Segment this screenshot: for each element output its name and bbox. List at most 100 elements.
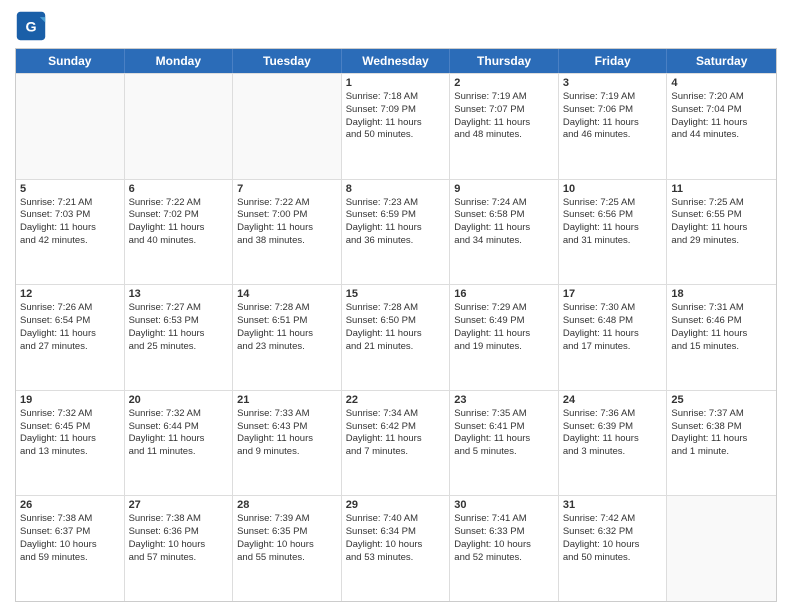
weekday-header-sunday: Sunday (16, 49, 125, 73)
day-number: 7 (237, 183, 337, 195)
calendar-cell (667, 496, 776, 601)
day-number: 27 (129, 499, 229, 511)
day-info: Sunrise: 7:21 AM Sunset: 7:03 PM Dayligh… (20, 197, 120, 248)
day-number: 25 (671, 394, 772, 406)
day-info: Sunrise: 7:32 AM Sunset: 6:45 PM Dayligh… (20, 408, 120, 459)
weekday-header-friday: Friday (559, 49, 668, 73)
day-info: Sunrise: 7:28 AM Sunset: 6:51 PM Dayligh… (237, 302, 337, 353)
calendar-cell: 26 Sunrise: 7:38 AM Sunset: 6:37 PM Dayli… (16, 496, 125, 601)
weekday-header-monday: Monday (125, 49, 234, 73)
calendar-cell: 27 Sunrise: 7:38 AM Sunset: 6:36 PM Dayli… (125, 496, 234, 601)
calendar-cell: 20Sunrise: 7:32 AM Sunset: 6:44 PM Dayli… (125, 391, 234, 496)
day-info: Sunrise: 7:19 AM Sunset: 7:07 PM Dayligh… (454, 91, 554, 142)
calendar-cell: 18Sunrise: 7:31 AM Sunset: 6:46 PM Dayli… (667, 285, 776, 390)
calendar-cell: 30Sunrise: 7:41 AM Sunset: 6:33 PM Dayli… (450, 496, 559, 601)
day-info: Sunrise: 7:25 AM Sunset: 6:55 PM Dayligh… (671, 197, 772, 248)
day-info: Sunrise: 7:29 AM Sunset: 6:49 PM Dayligh… (454, 302, 554, 353)
day-info: Sunrise: 7:22 AM Sunset: 7:02 PM Dayligh… (129, 197, 229, 248)
day-number: 22 (346, 394, 446, 406)
calendar-header: SundayMondayTuesdayWednesdayThursdayFrid… (16, 49, 776, 73)
day-info: Sunrise: 7:18 AM Sunset: 7:09 PM Dayligh… (346, 91, 446, 142)
calendar-cell: 24 Sunrise: 7:36 AM Sunset: 6:39 PM Dayli… (559, 391, 668, 496)
calendar-cell: 4Sunrise: 7:20 AM Sunset: 7:04 PM Daylig… (667, 74, 776, 179)
logo-icon: G (15, 10, 47, 42)
calendar-cell: 29Sunrise: 7:40 AM Sunset: 6:34 PM Dayli… (342, 496, 451, 601)
calendar-cell: 22Sunrise: 7:34 AM Sunset: 6:42 PM Dayli… (342, 391, 451, 496)
calendar-cell: 8Sunrise: 7:23 AM Sunset: 6:59 PM Daylig… (342, 180, 451, 285)
day-number: 9 (454, 183, 554, 195)
calendar-cell: 7 Sunrise: 7:22 AM Sunset: 7:00 PM Daylig… (233, 180, 342, 285)
day-info: Sunrise: 7:35 AM Sunset: 6:41 PM Dayligh… (454, 408, 554, 459)
calendar-row-0: 1Sunrise: 7:18 AM Sunset: 7:09 PM Daylig… (16, 73, 776, 179)
day-info: Sunrise: 7:37 AM Sunset: 6:38 PM Dayligh… (671, 408, 772, 459)
day-info: Sunrise: 7:30 AM Sunset: 6:48 PM Dayligh… (563, 302, 663, 353)
day-number: 14 (237, 288, 337, 300)
calendar-row-3: 19 Sunrise: 7:32 AM Sunset: 6:45 PM Dayli… (16, 390, 776, 496)
calendar-cell: 13Sunrise: 7:27 AM Sunset: 6:53 PM Dayli… (125, 285, 234, 390)
day-info: Sunrise: 7:19 AM Sunset: 7:06 PM Dayligh… (563, 91, 663, 142)
day-info: Sunrise: 7:27 AM Sunset: 6:53 PM Dayligh… (129, 302, 229, 353)
day-number: 15 (346, 288, 446, 300)
calendar-row-4: 26 Sunrise: 7:38 AM Sunset: 6:37 PM Dayli… (16, 495, 776, 601)
calendar-cell: 12 Sunrise: 7:26 AM Sunset: 6:54 PM Dayli… (16, 285, 125, 390)
calendar-row-2: 12 Sunrise: 7:26 AM Sunset: 6:54 PM Dayli… (16, 284, 776, 390)
day-number: 16 (454, 288, 554, 300)
calendar: SundayMondayTuesdayWednesdayThursdayFrid… (15, 48, 777, 602)
day-number: 4 (671, 77, 772, 89)
day-number: 19 (20, 394, 120, 406)
day-number: 2 (454, 77, 554, 89)
calendar-cell: 19 Sunrise: 7:32 AM Sunset: 6:45 PM Dayli… (16, 391, 125, 496)
weekday-header-saturday: Saturday (667, 49, 776, 73)
day-info: Sunrise: 7:28 AM Sunset: 6:50 PM Dayligh… (346, 302, 446, 353)
day-info: Sunrise: 7:38 AM Sunset: 6:36 PM Dayligh… (129, 513, 229, 564)
day-info: Sunrise: 7:38 AM Sunset: 6:37 PM Dayligh… (20, 513, 120, 564)
calendar-cell: 11 Sunrise: 7:25 AM Sunset: 6:55 PM Dayli… (667, 180, 776, 285)
day-number: 12 (20, 288, 120, 300)
day-number: 17 (563, 288, 663, 300)
day-number: 10 (563, 183, 663, 195)
calendar-cell: 10 Sunrise: 7:25 AM Sunset: 6:56 PM Dayli… (559, 180, 668, 285)
day-number: 30 (454, 499, 554, 511)
day-number: 29 (346, 499, 446, 511)
day-info: Sunrise: 7:25 AM Sunset: 6:56 PM Dayligh… (563, 197, 663, 248)
day-info: Sunrise: 7:33 AM Sunset: 6:43 PM Dayligh… (237, 408, 337, 459)
calendar-cell: 14 Sunrise: 7:28 AM Sunset: 6:51 PM Dayli… (233, 285, 342, 390)
day-number: 21 (237, 394, 337, 406)
calendar-cell: 15 Sunrise: 7:28 AM Sunset: 6:50 PM Dayli… (342, 285, 451, 390)
logo: G (15, 10, 51, 42)
calendar-cell (16, 74, 125, 179)
calendar-cell: 17 Sunrise: 7:30 AM Sunset: 6:48 PM Dayli… (559, 285, 668, 390)
day-info: Sunrise: 7:36 AM Sunset: 6:39 PM Dayligh… (563, 408, 663, 459)
calendar-cell: 16 Sunrise: 7:29 AM Sunset: 6:49 PM Dayli… (450, 285, 559, 390)
day-info: Sunrise: 7:22 AM Sunset: 7:00 PM Dayligh… (237, 197, 337, 248)
day-number: 26 (20, 499, 120, 511)
calendar-cell: 3 Sunrise: 7:19 AM Sunset: 7:06 PM Daylig… (559, 74, 668, 179)
day-info: Sunrise: 7:32 AM Sunset: 6:44 PM Dayligh… (129, 408, 229, 459)
calendar-cell: 28Sunrise: 7:39 AM Sunset: 6:35 PM Dayli… (233, 496, 342, 601)
calendar-cell: 5 Sunrise: 7:21 AM Sunset: 7:03 PM Daylig… (16, 180, 125, 285)
calendar-cell: 23Sunrise: 7:35 AM Sunset: 6:41 PM Dayli… (450, 391, 559, 496)
day-info: Sunrise: 7:26 AM Sunset: 6:54 PM Dayligh… (20, 302, 120, 353)
weekday-header-thursday: Thursday (450, 49, 559, 73)
calendar-cell (125, 74, 234, 179)
day-number: 5 (20, 183, 120, 195)
calendar-body: 1Sunrise: 7:18 AM Sunset: 7:09 PM Daylig… (16, 73, 776, 601)
day-number: 3 (563, 77, 663, 89)
day-number: 6 (129, 183, 229, 195)
weekday-header-wednesday: Wednesday (342, 49, 451, 73)
day-number: 31 (563, 499, 663, 511)
calendar-row-1: 5 Sunrise: 7:21 AM Sunset: 7:03 PM Daylig… (16, 179, 776, 285)
calendar-cell: 31 Sunrise: 7:42 AM Sunset: 6:32 PM Dayli… (559, 496, 668, 601)
calendar-cell (233, 74, 342, 179)
calendar-cell: 6 Sunrise: 7:22 AM Sunset: 7:02 PM Daylig… (125, 180, 234, 285)
svg-text:G: G (25, 19, 36, 35)
day-info: Sunrise: 7:24 AM Sunset: 6:58 PM Dayligh… (454, 197, 554, 248)
day-number: 18 (671, 288, 772, 300)
day-number: 24 (563, 394, 663, 406)
day-info: Sunrise: 7:23 AM Sunset: 6:59 PM Dayligh… (346, 197, 446, 248)
calendar-cell: 2 Sunrise: 7:19 AM Sunset: 7:07 PM Daylig… (450, 74, 559, 179)
day-info: Sunrise: 7:42 AM Sunset: 6:32 PM Dayligh… (563, 513, 663, 564)
calendar-cell: 9 Sunrise: 7:24 AM Sunset: 6:58 PM Daylig… (450, 180, 559, 285)
calendar-cell: 25 Sunrise: 7:37 AM Sunset: 6:38 PM Dayli… (667, 391, 776, 496)
day-number: 11 (671, 183, 772, 195)
